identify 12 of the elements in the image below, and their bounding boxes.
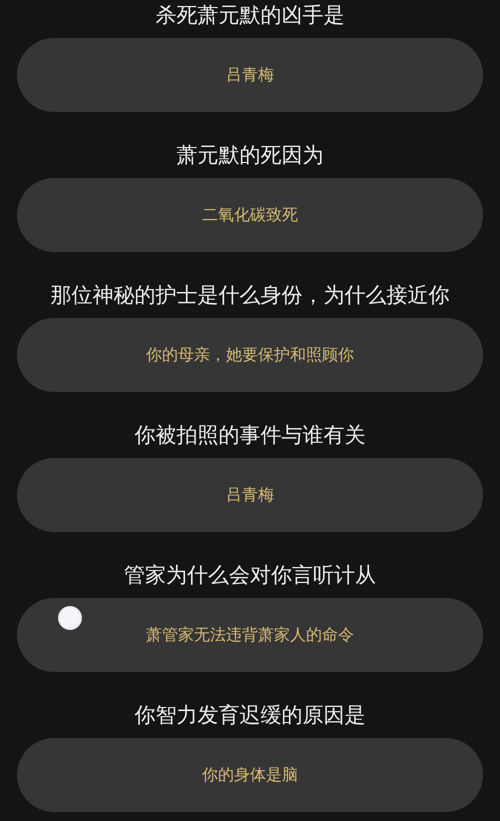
answer-button[interactable]: 你的母亲，她要保护和照顾你 [17, 318, 483, 392]
question-text: 杀死萧元默的凶手是 [156, 2, 344, 29]
question-text: 那位神秘的护士是什么身份，为什么接近你 [50, 282, 450, 309]
answer-button[interactable]: 二氧化碳致死 [17, 178, 483, 252]
question-text: 萧元默的死因为 [176, 142, 324, 169]
question-text: 你智力发育迟缓的原因是 [134, 702, 366, 729]
answer-button[interactable]: 吕青梅 [17, 458, 483, 532]
answer-button[interactable]: 萧管家无法违背萧家人的命令 [17, 598, 483, 672]
answer-button[interactable]: 吕青梅 [17, 38, 483, 112]
answer-button[interactable]: 你的身体是脑 [17, 738, 483, 812]
question-text: 你被拍照的事件与谁有关 [134, 422, 366, 449]
question-text: 管家为什么会对你言听计从 [124, 562, 376, 589]
